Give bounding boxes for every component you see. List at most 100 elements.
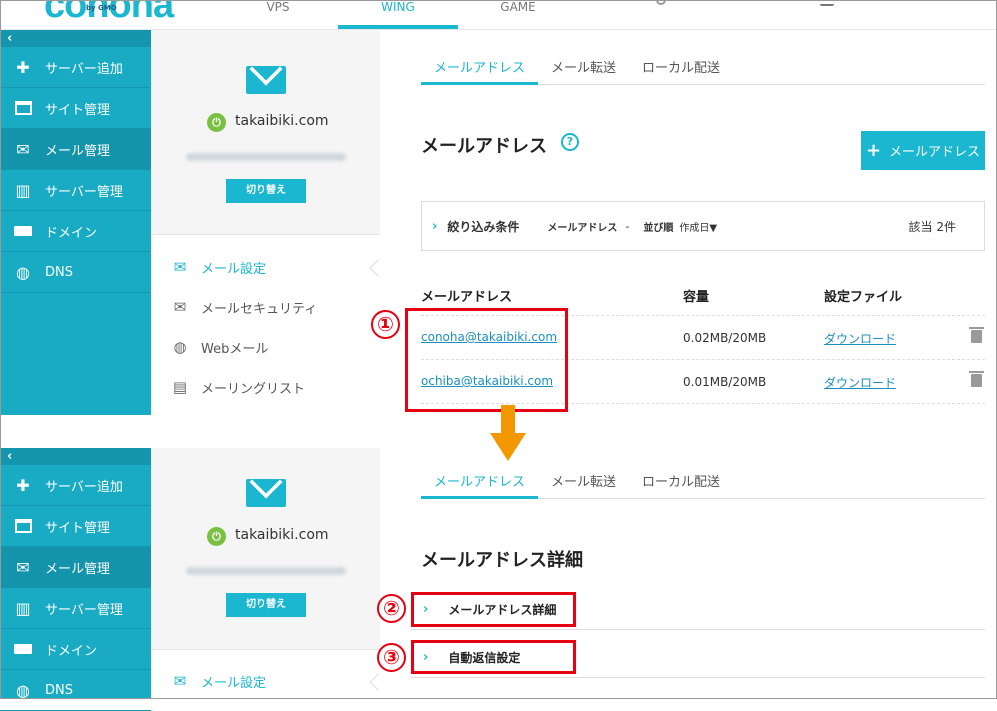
sort-label: 並び順 bbox=[643, 222, 674, 234]
globe-icon: ◍ bbox=[16, 262, 30, 282]
page-title: メールアドレス bbox=[421, 136, 547, 157]
server-icon: ▥ bbox=[15, 180, 31, 200]
sidebar-item-mail[interactable]: ✉ メール管理 bbox=[0, 547, 151, 588]
sidebar-item-label: サーバー追加 bbox=[45, 479, 123, 495]
column-header-address: メールアドレス bbox=[421, 290, 513, 305]
nav-vps[interactable]: VPS bbox=[248, 0, 308, 29]
window-icon bbox=[12, 517, 34, 535]
trash-icon[interactable] bbox=[969, 371, 984, 387]
mailing-list-icon: ▤ bbox=[172, 378, 188, 396]
sidebar-item-dns[interactable]: ◍ DNS bbox=[0, 670, 151, 711]
sort-value[interactable]: 作成日▼ bbox=[679, 219, 717, 234]
plus-icon: ✚ bbox=[16, 475, 30, 495]
tab-mail-forward[interactable]: メール転送 bbox=[538, 476, 629, 499]
filter-label: 絞り込み条件 bbox=[447, 219, 520, 234]
highlight-box-step2 bbox=[411, 592, 576, 627]
highlight-box-step3 bbox=[411, 640, 576, 674]
mail-icon: ✉ bbox=[16, 557, 30, 577]
sidebar-item-label: サーバー追加 bbox=[45, 61, 123, 77]
sidebar-item-site[interactable]: サイト管理 bbox=[0, 506, 151, 547]
mail-security-icon: ✉ bbox=[173, 298, 187, 316]
sidebar-upper: ‹ ✚ サーバー追加 サイト管理 ✉ メール管理 ▥ サーバー管理 ドメイン ◍… bbox=[0, 30, 151, 415]
domain-icon bbox=[12, 222, 34, 240]
sidebar-item-label: ドメイン bbox=[45, 225, 98, 241]
submenu-mail-settings[interactable]: ✉ メール設定 bbox=[151, 247, 380, 287]
globe-icon: ◍ bbox=[16, 680, 30, 700]
sidebar-item-site[interactable]: サイト管理 bbox=[0, 88, 151, 129]
blurred-id bbox=[186, 153, 346, 161]
account-domain: takaibiki.com bbox=[235, 527, 329, 543]
sidebar-item-dns[interactable]: ◍ DNS bbox=[0, 252, 151, 293]
step3-marker: ③ bbox=[377, 643, 406, 672]
tab-bar-upper: メールアドレス メール転送 ローカル配送 bbox=[421, 62, 985, 85]
sidebar-item-domain[interactable]: ドメイン bbox=[0, 629, 151, 670]
column-header-size: 容量 bbox=[683, 290, 710, 305]
switch-button[interactable]: 切り替え bbox=[226, 179, 306, 203]
download-link[interactable]: ダウンロード bbox=[824, 330, 896, 347]
submenu-mail-security[interactable]: ✉ メールセキュリティ bbox=[151, 287, 380, 327]
column-header-file: 設定ファイル bbox=[824, 290, 903, 305]
tab-mail-address[interactable]: メールアドレス bbox=[421, 476, 539, 499]
arrow-down-icon bbox=[490, 405, 526, 461]
envelope-icon bbox=[246, 66, 286, 94]
filter-field: メールアドレス bbox=[547, 222, 618, 234]
submenu-mailing-list[interactable]: ▤ メーリングリスト bbox=[151, 367, 380, 407]
sidebar-item-label: サイト管理 bbox=[45, 520, 111, 536]
mail-icon: ✉ bbox=[16, 139, 30, 159]
server-icon: ▥ bbox=[15, 598, 31, 618]
tab-local-delivery[interactable]: ローカル配送 bbox=[629, 62, 733, 85]
submenu-mail-settings[interactable]: ✉ メール設定 bbox=[151, 661, 380, 701]
envelope-icon bbox=[246, 479, 286, 507]
plus-icon: + bbox=[865, 140, 882, 161]
webmail-icon: ◍ bbox=[173, 338, 187, 356]
sidebar-item-domain[interactable]: ドメイン bbox=[0, 211, 151, 252]
highlight-box-step1 bbox=[405, 308, 568, 412]
filter-bar[interactable]: › 絞り込み条件 メールアドレス - 並び順 作成日▼ 該当 2件 bbox=[421, 201, 985, 251]
sidebar-collapse-button[interactable]: ‹ bbox=[0, 448, 151, 465]
tab-mail-address[interactable]: メールアドレス bbox=[421, 62, 539, 85]
submenu-webmail[interactable]: ◍ Webメール bbox=[151, 327, 380, 367]
menu-icon[interactable] bbox=[820, 4, 834, 6]
plus-icon: ✚ bbox=[16, 57, 30, 77]
blurred-id bbox=[186, 567, 346, 575]
mail-settings-icon: ✉ bbox=[173, 258, 187, 276]
submenu-lower: ✉ メール設定 bbox=[151, 649, 380, 699]
sidebar-lower: ‹ ✚ サーバー追加 サイト管理 ✉ メール管理 ▥ サーバー管理 ドメイン ◍… bbox=[0, 448, 151, 711]
sidebar-item-mail[interactable]: ✉ メール管理 bbox=[0, 129, 151, 170]
chevron-right-icon: › bbox=[432, 218, 438, 234]
switch-button[interactable]: 切り替え bbox=[226, 593, 306, 617]
mail-size: 0.02MB/20MB bbox=[683, 331, 767, 345]
help-icon[interactable]: ? bbox=[561, 133, 579, 151]
nav-game[interactable]: GAME bbox=[488, 0, 548, 29]
download-link[interactable]: ダウンロード bbox=[824, 374, 896, 391]
sidebar-item-label: DNS bbox=[45, 682, 73, 698]
domain-icon bbox=[12, 640, 34, 658]
sidebar-item-label: サーバー管理 bbox=[45, 184, 123, 200]
sidebar-item-label: メール管理 bbox=[45, 143, 111, 159]
add-mail-address-button[interactable]: + メールアドレス bbox=[861, 131, 985, 170]
sidebar-item-label: サイト管理 bbox=[45, 102, 111, 118]
mail-size: 0.01MB/20MB bbox=[683, 375, 767, 389]
sidebar-item-server[interactable]: ▥ サーバー管理 bbox=[0, 170, 151, 211]
trash-icon[interactable] bbox=[969, 327, 984, 343]
step1-marker: ① bbox=[371, 310, 400, 339]
sidebar-item-label: ドメイン bbox=[45, 643, 98, 659]
sidebar-item-label: サーバー管理 bbox=[45, 602, 123, 618]
step2-marker: ② bbox=[377, 594, 406, 623]
tab-bar-lower: メールアドレス メール転送 ローカル配送 bbox=[421, 476, 985, 499]
sidebar-item-add-server[interactable]: ✚ サーバー追加 bbox=[0, 47, 151, 88]
logo-sub: by GMO bbox=[86, 4, 117, 12]
mail-settings-icon: ✉ bbox=[173, 672, 187, 690]
sidebar-item-label: メール管理 bbox=[45, 561, 111, 577]
tab-mail-forward[interactable]: メール転送 bbox=[538, 62, 629, 85]
sidebar-item-add-server[interactable]: ✚ サーバー追加 bbox=[0, 465, 151, 506]
account-domain: takaibiki.com bbox=[235, 113, 329, 129]
filter-field-value: - bbox=[625, 219, 630, 233]
sidebar-item-label: DNS bbox=[45, 264, 73, 280]
tab-local-delivery[interactable]: ローカル配送 bbox=[629, 476, 733, 499]
sidebar-item-server[interactable]: ▥ サーバー管理 bbox=[0, 588, 151, 629]
power-icon: ⏻ bbox=[207, 527, 226, 546]
nav-wing[interactable]: WING bbox=[338, 0, 458, 29]
result-count: 該当 2件 bbox=[908, 219, 956, 234]
sidebar-collapse-button[interactable]: ‹ bbox=[0, 30, 151, 47]
